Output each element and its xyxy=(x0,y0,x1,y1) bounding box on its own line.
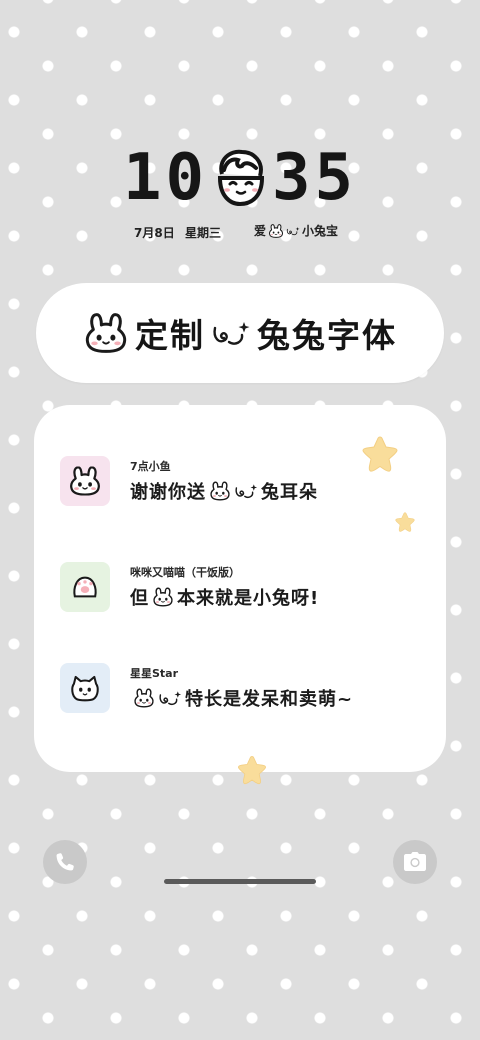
bunny-icon xyxy=(209,481,231,501)
star-icon xyxy=(394,511,416,533)
notification-item[interactable]: 咪咪又喵喵（干饭版） 但 本来就是小兔呀! xyxy=(60,562,430,614)
bunny-icon xyxy=(152,587,174,607)
bunny-avatar-icon xyxy=(68,466,102,496)
home-indicator[interactable] xyxy=(164,879,316,884)
message-suffix: 兔耳朵 xyxy=(261,482,318,503)
bunny-icon xyxy=(133,688,155,708)
swirl-icon xyxy=(286,225,300,237)
date-label: 7月8日 xyxy=(134,226,175,240)
bunny-icon xyxy=(83,313,129,353)
boy-face-icon xyxy=(217,149,265,207)
swirl-icon xyxy=(211,318,251,348)
sender-name: 咪咪又喵喵（干饭版） xyxy=(130,566,240,579)
message-suffix: 本来就是小兔呀! xyxy=(177,588,320,609)
paw-icon xyxy=(73,576,97,598)
greeting-suffix: 小兔宝 xyxy=(302,224,339,238)
star-icon xyxy=(360,434,400,474)
message-suffix: 特长是发呆和卖萌~ xyxy=(185,689,354,710)
swirl-icon xyxy=(234,482,258,500)
notification-item[interactable]: 星星Star 特长是发呆和卖萌~ xyxy=(60,663,430,715)
avatar xyxy=(60,562,110,612)
phone-button[interactable] xyxy=(43,840,87,884)
date-row: 7月8日 星期三 爱 小兔宝 xyxy=(0,222,480,242)
clock-hours: 10 xyxy=(122,141,208,215)
bunny-icon xyxy=(268,224,284,238)
message-text: 谢谢你送 兔耳朵 xyxy=(130,478,318,504)
weekday-label: 星期三 xyxy=(185,226,222,240)
message-text: 特长是发呆和卖萌~ xyxy=(130,685,353,711)
sender-name: 7点小鱼 xyxy=(130,460,171,473)
cat-avatar-icon xyxy=(71,675,99,702)
message-prefix: 但 xyxy=(130,588,149,609)
camera-button[interactable] xyxy=(393,840,437,884)
banner-title-part1: 定制 xyxy=(135,316,205,355)
clock-time: 10 35 xyxy=(0,146,480,210)
greeting: 爱 小兔宝 xyxy=(254,222,338,239)
swirl-icon xyxy=(158,689,182,707)
avatar xyxy=(60,663,110,713)
star-icon xyxy=(236,754,268,786)
banner-title-part2: 兔兔字体 xyxy=(257,316,397,355)
avatar xyxy=(60,456,110,506)
camera-icon xyxy=(404,852,426,871)
phone-icon xyxy=(56,853,74,871)
message-prefix: 谢谢你送 xyxy=(130,482,206,503)
title-banner: 定制 兔兔字体 xyxy=(36,283,444,383)
sender-name: 星星Star xyxy=(130,667,179,680)
clock-minutes: 35 xyxy=(272,141,358,215)
greeting-prefix: 爱 xyxy=(254,224,267,238)
message-text: 但 本来就是小兔呀! xyxy=(130,584,319,610)
